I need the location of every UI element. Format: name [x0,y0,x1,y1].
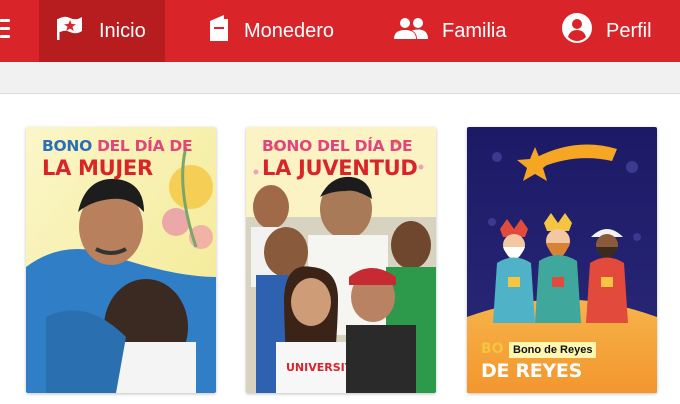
top-navbar: Inicio Monedero Familia Perfil [0,0,680,62]
nav-label-inicio: Inicio [99,19,146,42]
card-bono-dia-mujer[interactable]: BONO DEL DÍA DE LA MUJER [26,127,216,393]
sub-toolbar [0,62,680,94]
nav-label-familia: Familia [442,19,507,42]
nav-item-perfil[interactable]: Perfil [562,0,652,62]
card-juventud-title-line2: LA JUVENTUD [262,156,418,180]
card-reyes-tooltip: Bono de Reyes [509,342,597,358]
menu-icon[interactable] [0,17,12,43]
nav-label-perfil: Perfil [606,19,652,42]
card-juventud-title-line1: BONO DEL DÍA DE [262,137,413,155]
card-bono-reyes[interactable]: BO DE REYES Bono de Reyes [467,127,657,393]
wallet-icon [208,13,230,49]
card-mujer-title-line2: LA MUJER [42,156,153,180]
card-mujer-title-line1: BONO DEL DÍA DE [42,137,193,155]
nav-item-inicio[interactable]: Inicio [39,0,165,62]
nav-item-familia[interactable]: Familia [394,0,506,62]
profile-icon [562,13,592,49]
nav-label-monedero: Monedero [244,19,335,42]
card-bono-dia-juventud[interactable]: UNIVERSITARIO BONO DEL DÍA DE LA JUVENTU… [246,127,436,393]
card-reyes-title-line2: DE REYES [481,360,582,382]
family-icon [394,17,428,45]
nav-item-monedero[interactable]: Monedero [208,0,334,62]
card-juventud-title-del-dia: DEL DÍA DE [317,137,413,155]
card-mujer-title-del-dia: DEL DÍA DE [97,137,193,155]
card-juventud-title-bono: BONO [262,137,312,155]
star-flag-icon [55,15,85,47]
svg-text:BO: BO [481,341,504,357]
card-mujer-title-bono: BONO [42,137,92,155]
